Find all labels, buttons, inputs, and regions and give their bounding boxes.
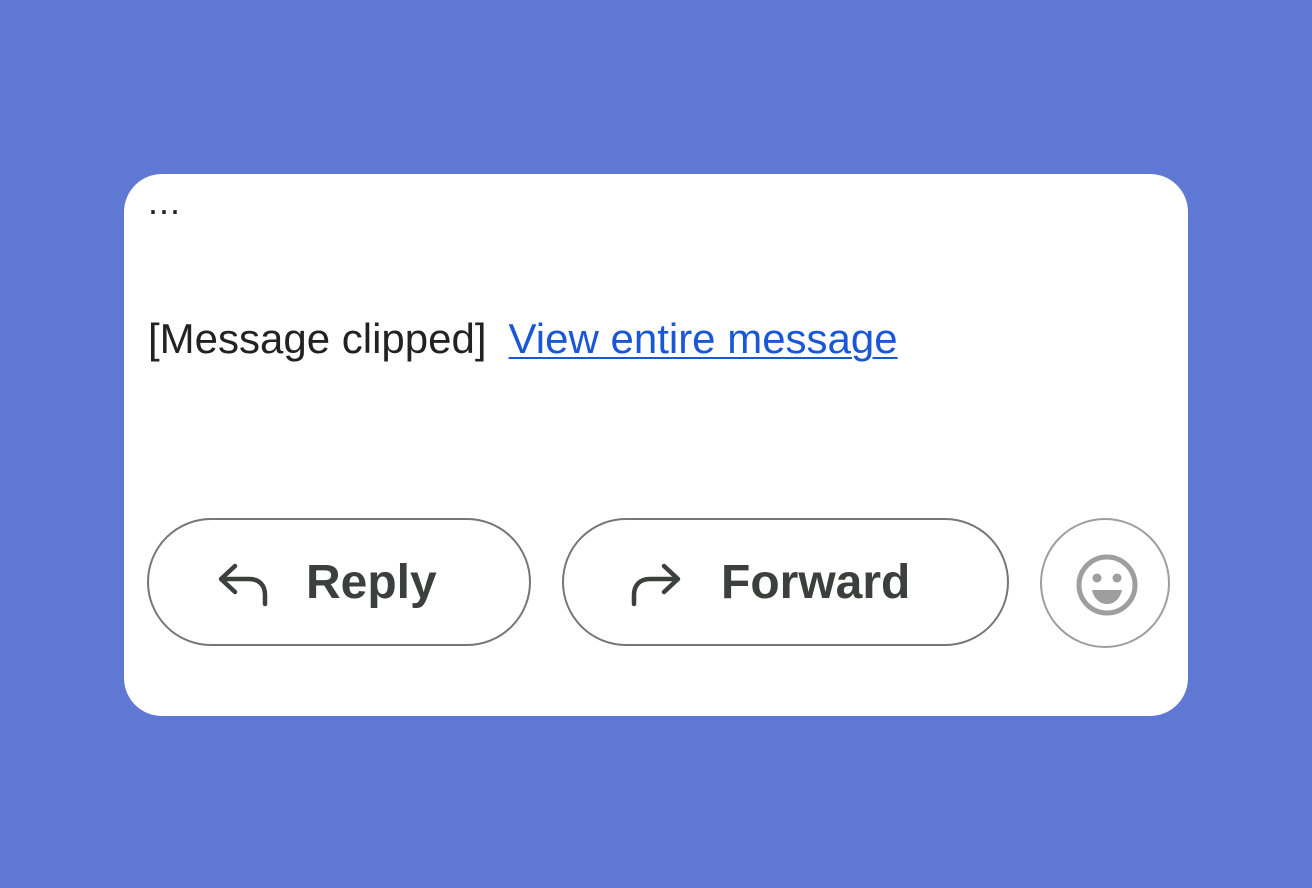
smiley-face-icon: [1076, 554, 1138, 616]
clipped-label: [Message clipped]: [148, 315, 487, 362]
emoji-reaction-button[interactable]: [1040, 518, 1170, 648]
forward-label: Forward: [721, 556, 911, 609]
reply-label: Reply: [306, 556, 437, 609]
reply-arrow-icon: [218, 563, 268, 607]
view-entire-message-link[interactable]: View entire message: [509, 315, 898, 362]
forward-button[interactable]: Forward: [562, 518, 1009, 646]
clipped-notice: [Message clipped] View entire message: [148, 314, 898, 364]
trimmed-content-ellipsis[interactable]: ...: [148, 182, 181, 222]
forward-arrow-icon: [631, 563, 681, 607]
email-message-card: ... [Message clipped] View entire message…: [124, 174, 1188, 716]
reply-button[interactable]: Reply: [147, 518, 531, 646]
